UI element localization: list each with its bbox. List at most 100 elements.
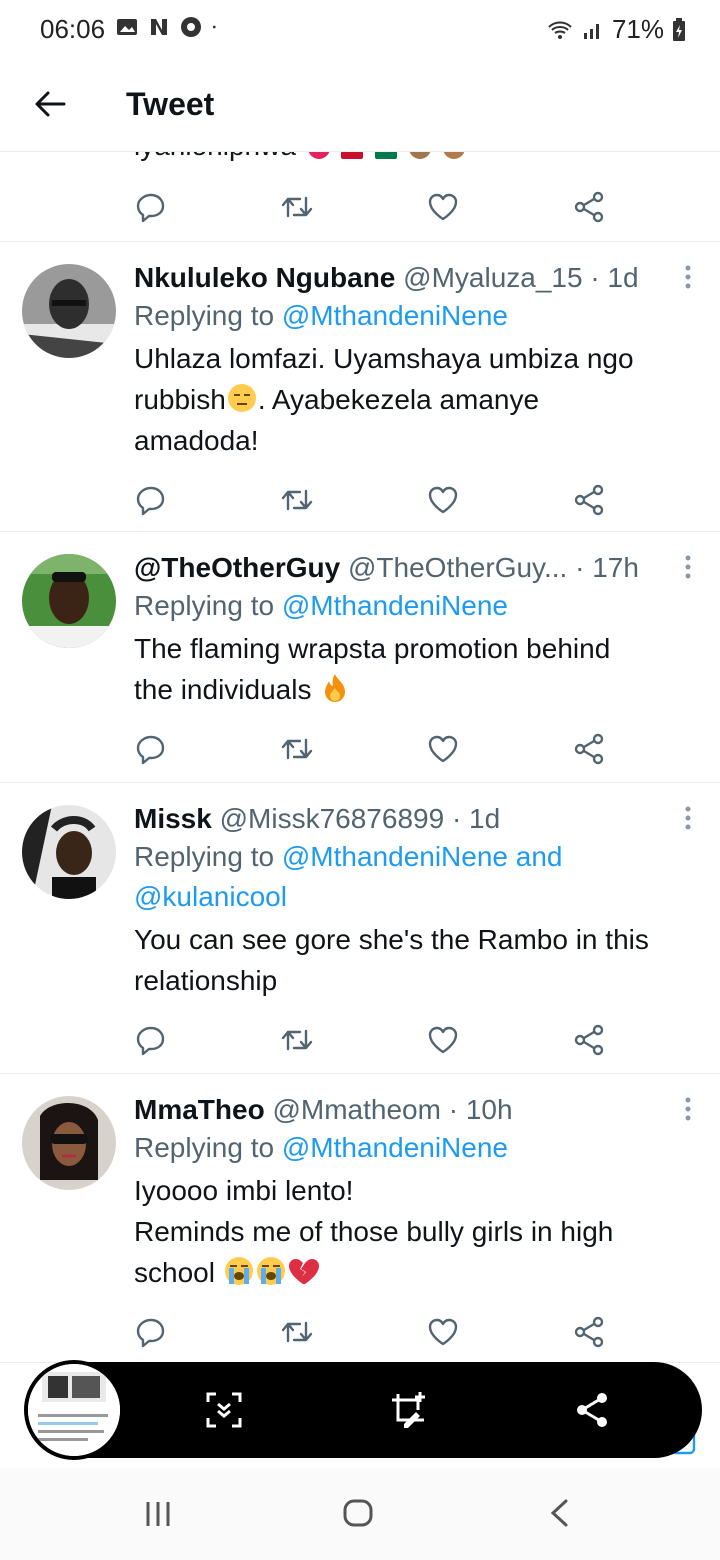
reply-icon[interactable] — [134, 1315, 168, 1349]
loudly-crying-face-emoji-icon — [256, 1257, 285, 1285]
retweet-icon[interactable] — [280, 732, 314, 766]
retweet-icon[interactable] — [280, 190, 314, 224]
tweet-item[interactable]: Nkululeko Ngubane @Myaluza_15 · 1d Reply… — [0, 242, 720, 532]
partial-tweet-text: iyanionipnwa — [134, 152, 296, 161]
netflix-n-icon — [151, 19, 167, 35]
tweet-header: @TheOtherGuy @TheOtherGuy... · 17h — [134, 550, 700, 586]
system-nav-bar — [0, 1468, 720, 1560]
flag-us-icon — [341, 152, 364, 159]
reply-feed[interactable]: iyanionipnwa Nkululeko Ngubane @Myaluza_… — [0, 152, 720, 1362]
reply-mention-link[interactable]: @MthandeniNene — [282, 300, 508, 331]
retweet-icon[interactable] — [280, 1023, 314, 1057]
fire-emoji-icon — [325, 674, 346, 702]
tweet-item[interactable]: Missk @Missk76876899 · 1d Replying to @M… — [0, 783, 720, 1074]
flag-za-icon — [375, 152, 398, 159]
more-icon[interactable] — [684, 554, 692, 580]
battery-percent: 71% — [611, 14, 664, 44]
share-icon[interactable] — [572, 732, 606, 766]
reply-mention-link[interactable]: @MthandeniNene — [282, 590, 508, 621]
tweet-text-segment: . Ayabekezela amanye — [257, 384, 540, 415]
retweet-icon[interactable] — [280, 483, 314, 517]
tweet-actions — [0, 168, 720, 238]
display-name[interactable]: Nkululeko Ngubane — [134, 262, 395, 293]
fist-emoji-icon — [442, 152, 465, 159]
status-time: 06:06 — [40, 14, 106, 44]
user-handle[interactable]: @Missk76876899 — [220, 803, 445, 834]
replying-to: Replying to @MthandeniNene — [134, 1128, 700, 1168]
tweet-text-line: the individuals — [134, 669, 700, 710]
reply-icon[interactable] — [134, 1023, 168, 1057]
tweet-item[interactable]: @TheOtherGuy @TheOtherGuy... · 17h Reply… — [0, 532, 720, 783]
tweet-text: You can see gore she's the Rambo in this… — [134, 919, 700, 1001]
tweet-text-line: You can see gore she's the Rambo in this — [134, 924, 649, 955]
display-name[interactable]: MmaTheo — [134, 1094, 265, 1125]
tweet-text-segment: rubbish — [134, 384, 226, 415]
avatar[interactable] — [22, 805, 116, 899]
more-icon[interactable] — [684, 1096, 692, 1122]
reply-icon[interactable] — [134, 732, 168, 766]
tweet-time: · 1d — [451, 803, 501, 834]
reply-mention-link[interactable]: @MthandeniNene — [282, 1132, 508, 1163]
reply-icon[interactable] — [134, 483, 168, 517]
like-icon[interactable] — [426, 732, 460, 766]
dot-icon — [212, 25, 216, 29]
replying-to: Replying to @MthandeniNene and — [134, 837, 700, 877]
unamused-face-emoji-icon — [227, 384, 256, 412]
loudly-crying-face-emoji-icon — [224, 1257, 253, 1285]
page-title: Tweet — [126, 86, 215, 122]
share-icon[interactable] — [572, 483, 606, 517]
more-icon[interactable] — [684, 805, 692, 831]
reply-mention-link[interactable]: @MthandeniNene and — [282, 841, 563, 872]
avatar[interactable] — [22, 1096, 116, 1190]
replying-to-continued: @kulanicool — [134, 877, 700, 917]
like-icon[interactable] — [426, 483, 460, 517]
tweet-text-line: Iyoooo imbi lento! — [134, 1175, 354, 1206]
home-icon[interactable] — [342, 1498, 374, 1528]
tweet-text-line: amadoda! — [134, 425, 259, 456]
share-icon[interactable] — [572, 1315, 606, 1349]
crop-edit-icon[interactable] — [388, 1390, 428, 1430]
tweet-text: The flaming wrapsta promotion behind the… — [134, 628, 700, 710]
battery-charging-icon — [673, 17, 685, 41]
tweet-actions — [0, 1293, 720, 1362]
user-handle[interactable]: @TheOtherGuy... — [348, 552, 567, 583]
like-icon[interactable] — [426, 1023, 460, 1057]
scroll-capture-icon[interactable] — [204, 1390, 244, 1430]
screenshot-toolbar — [24, 1360, 702, 1460]
replying-to: Replying to @MthandeniNene — [134, 586, 700, 626]
share-icon[interactable] — [572, 190, 606, 224]
tweet-time: · 17h — [575, 552, 639, 583]
avatar[interactable] — [22, 554, 116, 648]
tweet-text-line: Reminds me of those bully girls in high — [134, 1216, 614, 1247]
tweet-text: Uhlaza lomfazi. Uyamshaya umbiza ngo rub… — [134, 338, 700, 461]
wifi-icon — [548, 21, 572, 39]
tweet-text-line: The flaming wrapsta promotion behind — [134, 633, 611, 664]
heart-emoji-icon — [307, 152, 330, 159]
user-handle[interactable]: @Myaluza_15 — [403, 262, 582, 293]
share-capture-icon[interactable] — [572, 1390, 612, 1430]
display-name[interactable]: Missk — [134, 803, 212, 834]
screenshot-thumbnail[interactable] — [24, 1360, 124, 1460]
tweet-text-segment: the individuals — [134, 674, 312, 705]
reply-mention-link[interactable]: @kulanicool — [134, 881, 287, 912]
user-handle[interactable]: @Mmatheom — [272, 1094, 440, 1125]
status-bar: 06:06 71% — [0, 0, 720, 60]
more-icon[interactable] — [684, 264, 692, 290]
partial-tweet[interactable]: iyanionipnwa — [0, 152, 720, 242]
avatar[interactable] — [22, 264, 116, 358]
share-icon[interactable] — [572, 1023, 606, 1057]
back-arrow-icon[interactable] — [32, 86, 68, 122]
recent-apps-icon[interactable] — [144, 1500, 172, 1528]
like-icon[interactable] — [426, 190, 460, 224]
tweet-text-line: school — [134, 1252, 700, 1293]
like-icon[interactable] — [426, 1315, 460, 1349]
tweet-header: Missk @Missk76876899 · 1d — [134, 801, 700, 837]
gallery-icon — [117, 19, 137, 35]
reply-icon[interactable] — [134, 190, 168, 224]
display-name[interactable]: @TheOtherGuy — [134, 552, 340, 583]
back-nav-icon[interactable] — [548, 1498, 570, 1528]
broken-heart-emoji-icon — [288, 1259, 319, 1284]
retweet-icon[interactable] — [280, 1315, 314, 1349]
replying-to-label: Replying to — [134, 590, 275, 621]
tweet-item[interactable]: MmaTheo @Mmatheom · 10h Replying to @Mth… — [0, 1074, 720, 1362]
